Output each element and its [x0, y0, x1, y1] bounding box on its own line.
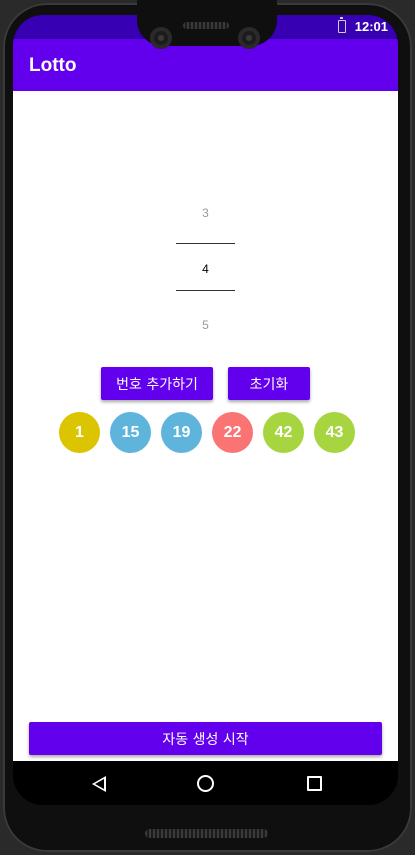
lotto-number-ball: 42 — [263, 412, 304, 453]
reset-button[interactable]: 초기화 — [228, 367, 310, 400]
recents-icon[interactable] — [307, 776, 322, 791]
battery-icon — [338, 17, 346, 33]
auto-generate-button[interactable]: 자동 생성 시작 — [29, 722, 382, 755]
phone-screen: 12:01 Lotto 3 4 5 번호 추가하기 초기화 자동 생성 시작 1… — [13, 15, 398, 805]
lotto-number-ball: 19 — [161, 412, 202, 453]
earpiece-speaker — [183, 22, 229, 29]
status-time: 12:01 — [354, 19, 388, 34]
picker-divider-bottom — [176, 290, 235, 291]
home-icon[interactable] — [197, 775, 214, 792]
front-camera-left — [150, 27, 172, 49]
lotto-number-ball: 1 — [59, 412, 100, 453]
picker-value-selected[interactable]: 4 — [13, 262, 398, 276]
front-camera-right — [238, 27, 260, 49]
picker-value-above[interactable]: 3 — [13, 206, 398, 220]
picker-divider-top — [176, 243, 235, 244]
navigation-bar — [13, 761, 398, 805]
bottom-speaker — [145, 829, 268, 838]
camera-notch — [137, 0, 277, 49]
add-number-button[interactable]: 번호 추가하기 — [101, 367, 213, 400]
lotto-number-ball: 43 — [314, 412, 355, 453]
picker-value-below[interactable]: 5 — [13, 318, 398, 332]
app-bar: Lotto — [13, 39, 398, 91]
lotto-number-ball: 22 — [212, 412, 253, 453]
lotto-number-ball: 15 — [110, 412, 151, 453]
app-title: Lotto — [29, 55, 77, 76]
back-icon[interactable] — [92, 776, 106, 792]
